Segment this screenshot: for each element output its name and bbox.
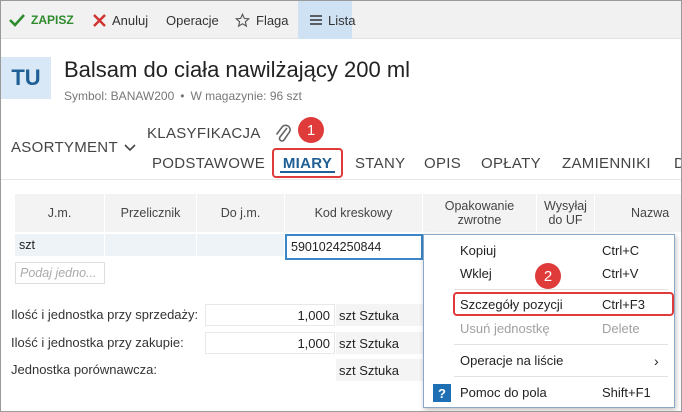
checkmark-icon [9,13,25,27]
menu-item-help[interactable]: ? Pomoc do pola Shift+F1 [424,382,676,404]
cell-to-unit[interactable] [197,234,285,256]
cell-unit[interactable]: szt [15,234,105,256]
annotation-marker-1: 1 [298,117,324,143]
tab-truncated[interactable]: D [674,155,681,172]
menu-item-copy[interactable]: Kopiuj Ctrl+C [424,240,676,262]
list-label: Lista [328,12,356,28]
menu-item-list-operations[interactable]: Operacje na liście › [424,350,676,372]
tab-group-asortyment-label: ASORTYMENT [11,139,118,156]
close-icon [93,13,106,27]
menu-item-delete-shortcut: Delete [602,321,640,336]
annotation-marker-2: 2 [535,263,561,289]
column-header-barcode[interactable]: Kod kreskowy [285,194,423,232]
flag-button[interactable]: Flaga [235,1,289,39]
menu-item-paste-label: Wklej [460,266,492,281]
app-window: ZAPISZ Anuluj Operacje Flaga Lista TU Ba… [0,0,682,412]
sale-unit-field[interactable]: szt Sztuka [336,304,426,326]
operations-label: Operacje [166,12,219,28]
menu-item-paste-shortcut: Ctrl+V [602,266,639,281]
menu-separator [454,376,668,377]
menu-item-list-operations-label: Operacje na liście [460,353,564,368]
menu-item-copy-shortcut: Ctrl+C [602,243,640,258]
list-button[interactable]: Lista [298,1,356,39]
toolbar: ZAPISZ Anuluj Operacje Flaga Lista [1,1,681,39]
flag-label: Flaga [256,12,289,28]
menu-item-copy-label: Kopiuj [460,243,497,258]
help-icon: ? [433,384,451,402]
tab-miary[interactable]: MIARY [272,148,343,178]
cell-barcode[interactable]: 5901024250844 [285,234,423,260]
compare-unit-field[interactable]: szt Sztuka [336,359,426,381]
compare-unit-label: Jednostka porównawcza: [11,362,157,377]
hamburger-icon [310,15,322,25]
purchase-unit-field[interactable]: szt Sztuka [336,332,426,354]
symbol-text: Symbol: BANAW200 [64,89,175,103]
menu-item-delete-unit[interactable]: Usuń jednostkę Delete [424,318,676,340]
stock-text: W magazynie: 96 szt [190,89,302,103]
operations-button[interactable]: Operacje [166,1,219,39]
column-header-unit[interactable]: J.m. [15,194,105,232]
save-button[interactable]: ZAPISZ [9,1,74,39]
column-header-converter[interactable]: Przelicznik [105,194,197,232]
menu-separator [454,344,668,345]
page-title: Balsam do ciała nawilżający 200 ml [64,57,411,82]
column-header-send-uf[interactable]: Wysyłaj do UF [537,194,595,232]
new-row-input[interactable]: Podaj jedno... [15,262,105,284]
chevron-down-icon [124,143,136,152]
paperclip-icon[interactable] [274,122,292,147]
tab-zamienniki[interactable]: ZAMIENNIKI [562,155,651,172]
column-header-name[interactable]: Nazwa [595,194,681,232]
tab-opis[interactable]: OPIS [424,155,461,172]
tab-podstawowe[interactable]: PODSTAWOWE [152,155,265,172]
highlight-box [453,292,674,316]
cell-converter[interactable] [105,234,197,256]
menu-item-help-shortcut: Shift+F1 [602,385,651,400]
cancel-label: Anuluj [112,12,149,28]
star-icon [235,12,250,28]
menu-item-delete-label: Usuń jednostkę [460,321,550,336]
column-header-returnable[interactable]: Opakowanie zwrotne [423,194,537,232]
menu-item-help-label: Pomoc do pola [460,385,547,400]
column-header-to-unit[interactable]: Do j.m. [197,194,285,232]
sale-qty-field[interactable]: 1,000 [205,304,335,326]
tab-oplaty[interactable]: OPŁATY [481,155,541,172]
purchase-qty-field[interactable]: 1,000 [205,332,335,354]
tabs-divider [1,179,681,180]
tab-group-klasyfikacja[interactable]: KLASYFIKACJA [147,125,261,142]
cancel-button[interactable]: Anuluj [93,1,148,39]
item-subtitle: Symbol: BANAW200 • W magazynie: 96 szt [64,89,302,103]
sale-unit-label: Ilość i jednostka przy sprzedaży: [11,307,199,322]
save-label: ZAPISZ [31,13,74,27]
tab-stany[interactable]: STANY [355,155,405,172]
context-menu: Kopiuj Ctrl+C Wklej Ctrl+V Szczegóły poz… [423,234,675,408]
separator-dot: • [180,89,185,103]
item-type-badge: TU [1,57,51,99]
purchase-unit-label: Ilość i jednostka przy zakupie: [11,335,184,350]
menu-separator [454,289,668,290]
chevron-right-icon: › [654,353,659,369]
tab-group-asortyment[interactable]: ASORTYMENT [11,139,136,156]
